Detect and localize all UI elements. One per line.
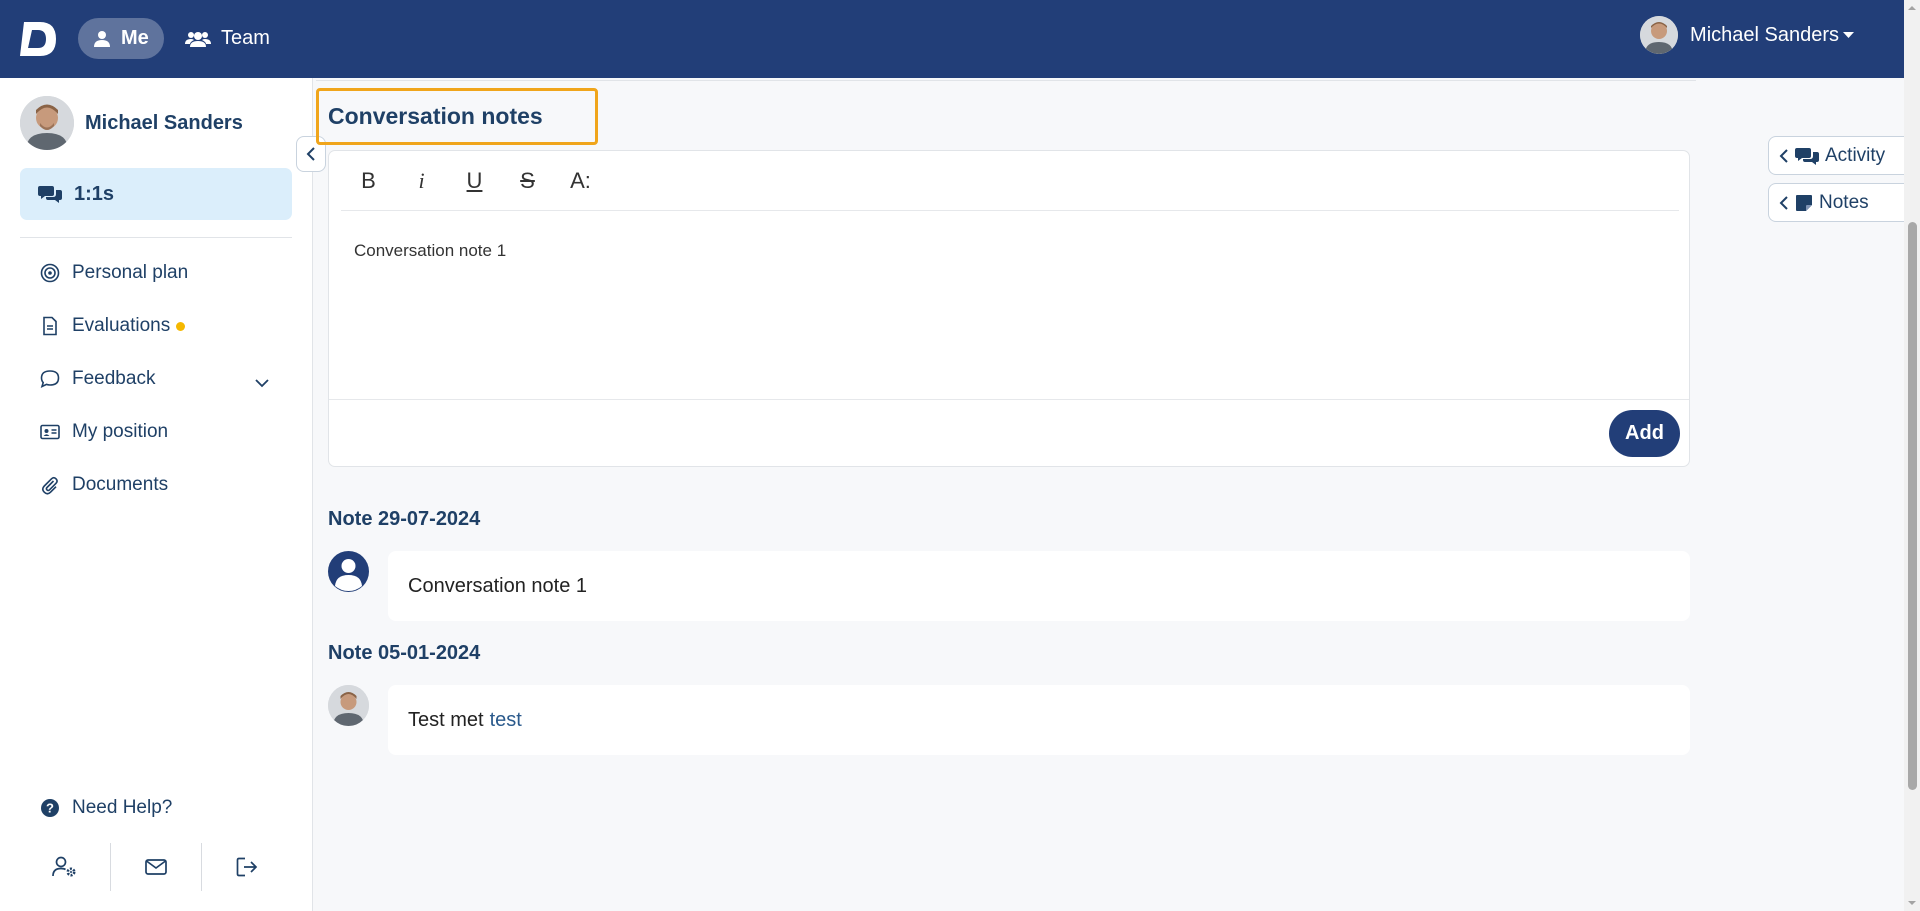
app-logo[interactable] <box>18 18 60 60</box>
need-help-link[interactable]: ? Need Help? <box>40 797 172 819</box>
note-card: Conversation note 1 <box>388 551 1690 621</box>
note-text: Conversation note 1 <box>408 574 588 597</box>
paperclip-icon <box>41 476 58 495</box>
italic-button[interactable]: i <box>406 165 437 196</box>
font-size-label: A: <box>570 167 591 193</box>
bold-button[interactable]: B <box>353 165 384 196</box>
nav-team-button[interactable]: Team <box>170 18 285 59</box>
sidebar-item-my-position[interactable]: My position <box>40 421 168 443</box>
note-text: Test met <box>408 708 484 731</box>
italic-label: i <box>418 167 425 193</box>
editor-content[interactable]: Conversation note 1 <box>354 241 506 261</box>
chevron-left-icon <box>1779 195 1788 210</box>
section-title: Conversation notes <box>316 88 598 145</box>
sidebar-footer-actions <box>20 843 292 891</box>
sidebar-item-evaluations[interactable]: Evaluations <box>40 315 186 337</box>
add-note-button[interactable]: Add <box>1609 410 1680 457</box>
user-settings-button[interactable] <box>20 843 111 891</box>
svg-text:?: ? <box>46 801 54 816</box>
need-help-label: Need Help? <box>72 797 173 818</box>
note-editor: B i U S A: Conversation note 1 Add <box>328 150 1690 467</box>
chevron-left-icon <box>1779 148 1788 163</box>
sidebar: Michael Sanders 1:1s Personal plan Evalu… <box>0 78 313 911</box>
chevron-down-icon[interactable] <box>254 375 270 391</box>
user-settings-icon <box>52 856 76 877</box>
sidebar-item-label: Feedback <box>72 368 156 389</box>
nav-me-button[interactable]: Me <box>78 18 164 59</box>
user-avatar <box>1640 16 1679 54</box>
sidebar-item-label: Evaluations <box>72 315 171 336</box>
underline-label: U <box>466 167 483 193</box>
scroll-down-arrow-icon[interactable] <box>1904 897 1920 909</box>
scrollbar-thumb[interactable] <box>1908 222 1917 790</box>
speech-bubble-icon <box>40 370 60 388</box>
mail-button[interactable] <box>111 843 202 891</box>
chat-bubbles-icon <box>1795 147 1819 165</box>
sidebar-item-documents[interactable]: Documents <box>40 474 168 496</box>
chevron-left-icon <box>306 147 315 161</box>
strikethrough-label: S <box>520 167 535 193</box>
id-card-icon <box>40 424 60 440</box>
nav-team-label: Team <box>221 27 270 49</box>
sidebar-divider <box>20 237 292 238</box>
strikethrough-button[interactable]: S <box>512 165 543 196</box>
activity-tab[interactable]: Activity <box>1768 136 1918 175</box>
notification-dot <box>176 321 186 331</box>
top-navigation-bar: Me Team Michael Sanders <box>0 0 1904 78</box>
notes-tab-label: Notes <box>1819 191 1869 213</box>
notes-tab[interactable]: Notes <box>1768 183 1918 222</box>
chat-bubbles-icon <box>38 186 62 203</box>
note-author-avatar <box>328 685 369 726</box>
section-title-text: Conversation notes <box>328 103 543 129</box>
font-size-button[interactable]: A: <box>565 165 596 196</box>
sidebar-profile[interactable]: Michael Sanders <box>20 96 243 150</box>
profile-name: Michael Sanders <box>85 111 243 134</box>
nav-me-label: Me <box>121 27 149 49</box>
sidebar-item-label: My position <box>72 421 169 442</box>
sidebar-item-label: Personal plan <box>72 262 189 283</box>
editor-footer-divider <box>329 399 1689 400</box>
team-icon <box>185 31 211 47</box>
logout-icon <box>236 857 258 877</box>
note-card: Test met test <box>388 685 1690 755</box>
person-icon <box>94 30 110 47</box>
sidebar-item-feedback[interactable]: Feedback <box>40 368 155 390</box>
note-link[interactable]: test <box>490 709 522 732</box>
scroll-up-arrow-icon[interactable] <box>1904 2 1920 14</box>
sidebar-item-label: 1:1s <box>74 182 115 205</box>
editor-toolbar: B i U S A: <box>341 151 1679 211</box>
target-icon <box>40 263 60 283</box>
user-name: Michael Sanders <box>1690 23 1839 46</box>
mail-icon <box>145 859 167 875</box>
sidebar-item-1on1s[interactable]: 1:1s <box>20 168 292 220</box>
document-icon <box>43 316 57 336</box>
profile-avatar <box>20 96 74 150</box>
logout-button[interactable] <box>202 843 292 891</box>
default-user-avatar-icon <box>328 551 369 592</box>
bold-label: B <box>361 167 376 193</box>
sticky-note-icon <box>1796 194 1812 211</box>
content-top-border <box>316 78 1696 81</box>
caret-down-icon <box>1843 32 1854 38</box>
note-date-heading: Note 29-07-2024 <box>328 508 481 530</box>
sidebar-item-personal-plan[interactable]: Personal plan <box>40 262 188 284</box>
underline-button[interactable]: U <box>459 165 490 196</box>
sidebar-item-label: Documents <box>72 474 169 495</box>
help-icon: ? <box>41 799 59 817</box>
activity-tab-label: Activity <box>1825 144 1886 166</box>
note-date-heading: Note 05-01-2024 <box>328 642 481 664</box>
user-menu[interactable]: Michael Sanders <box>1640 16 1854 54</box>
